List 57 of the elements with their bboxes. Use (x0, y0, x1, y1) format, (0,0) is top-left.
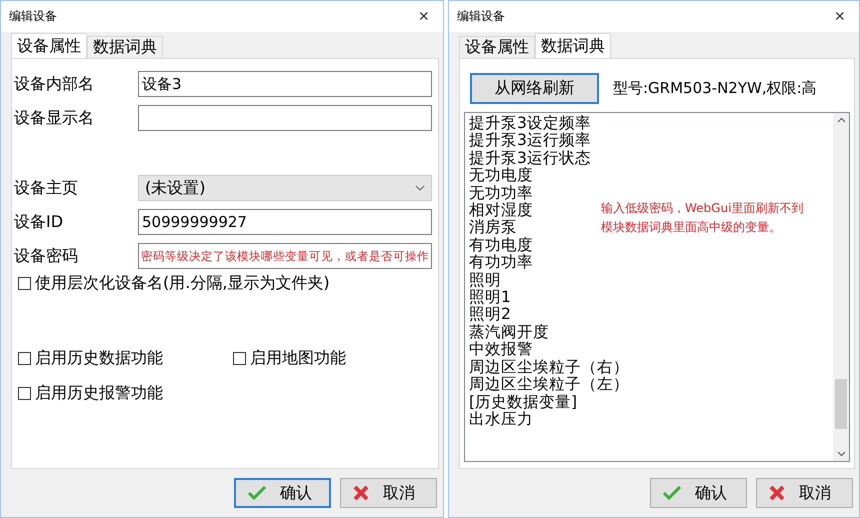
list-item[interactable]: 相对湿度 (469, 202, 533, 220)
list-item[interactable]: 周边区尘埃粒子（右） (469, 358, 629, 376)
input-field[interactable] (138, 105, 432, 131)
list-item[interactable]: 无功功率 (469, 184, 533, 202)
scrollbar[interactable] (833, 113, 849, 461)
tab[interactable]: 数据词典 (87, 36, 163, 58)
list-item[interactable]: [历史数据变量] (469, 394, 578, 411)
scrollbar-thumb[interactable] (835, 379, 847, 429)
close-button[interactable]: × (414, 6, 433, 27)
cancel-button[interactable]: 取消 (756, 478, 853, 508)
list-item[interactable]: 消房泵 (469, 219, 517, 237)
confirm-button[interactable]: 确认 (234, 478, 331, 508)
cancel-button[interactable]: 取消 (340, 478, 437, 508)
list-item[interactable]: 出水压力 (469, 410, 533, 428)
list-item[interactable]: 提升泵3设定频率 (469, 115, 591, 132)
field-label: 设备显示名 (14, 108, 94, 128)
checkbox[interactable]: 启用历史报警功能 (18, 383, 233, 404)
list-item[interactable]: 中效报警 (469, 341, 533, 359)
model-info: 型号:GRM503-N2YW,权限:高 (613, 79, 817, 98)
tab[interactable]: 数据词典 (535, 33, 611, 58)
tab[interactable]: 设备属性 (459, 36, 535, 58)
list-item[interactable]: 提升泵3运行状态 (469, 150, 591, 168)
input-field[interactable]: 设备3 (138, 71, 432, 97)
list-item[interactable]: 照明 (469, 272, 501, 290)
field-label: 设备密码 (14, 246, 78, 266)
window-title: 编辑设备 (9, 8, 57, 25)
list-item[interactable]: 照明1 (469, 289, 511, 306)
chevron-down-icon (415, 185, 425, 191)
field-label: 设备内部名 (14, 74, 94, 94)
dropdown[interactable]: (未设置) (138, 175, 432, 201)
refresh-button[interactable]: 从网络刷新 (470, 73, 599, 104)
confirm-button[interactable]: 确认 (650, 478, 747, 508)
tab[interactable]: 设备属性 (11, 33, 87, 58)
checkbox[interactable]: 使用层次化设备名(用.分隔,显示为文件夹) (18, 273, 432, 294)
list-item[interactable]: 有功电度 (469, 236, 533, 254)
list-item[interactable]: 有功功率 (469, 254, 533, 272)
list-item[interactable]: 蒸汽阀开度 (469, 324, 549, 342)
list-item[interactable]: 照明2 (469, 306, 511, 324)
chevron-up-icon (836, 117, 846, 123)
input-field[interactable]: 50999999927 (138, 209, 432, 235)
checkmark-icon (248, 486, 266, 500)
annotation-text: 输入低级密码，WebGui里面刷新不到模块数据词典里面高中级的变量。 (601, 200, 804, 236)
close-icon (769, 485, 785, 501)
close-button[interactable]: × (830, 6, 849, 27)
field-label: 设备主页 (14, 178, 78, 198)
close-icon (353, 485, 369, 501)
window-title: 编辑设备 (457, 8, 505, 25)
checkbox[interactable]: 启用地图功能 (233, 348, 432, 369)
checkmark-icon (663, 486, 681, 500)
checkbox[interactable]: 启用历史数据功能 (18, 348, 233, 369)
list-item[interactable]: 提升泵3运行频率 (469, 132, 591, 150)
field-label: 设备ID (14, 212, 64, 232)
chevron-down-icon (836, 451, 846, 457)
annotation-text: 密码等级决定了该模块哪些变量可见，或者是否可操作 (141, 248, 429, 264)
input-field[interactable]: 密码等级决定了该模块哪些变量可见，或者是否可操作 (138, 243, 432, 269)
list-item[interactable]: 无功电度 (469, 167, 533, 185)
list-item[interactable]: 周边区尘埃粒子（左） (469, 376, 629, 394)
